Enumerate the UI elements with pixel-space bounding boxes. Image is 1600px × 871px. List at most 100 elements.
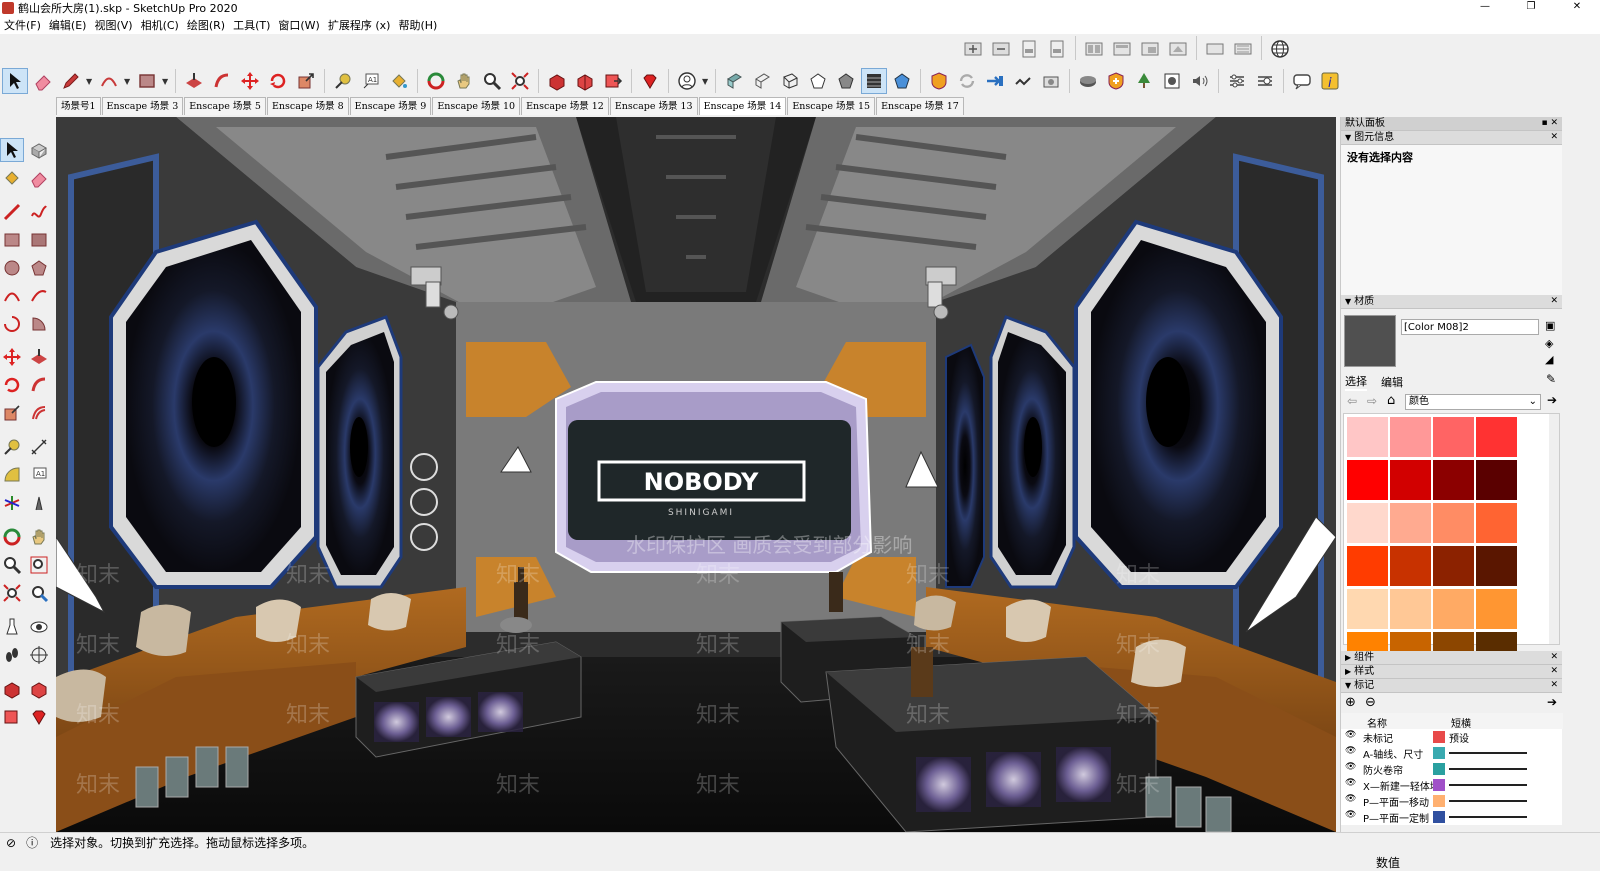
- material-swatch[interactable]: [1433, 589, 1474, 629]
- scene-tab-active[interactable]: Enscape 场景 14: [698, 97, 787, 115]
- scene-tab[interactable]: Enscape 场景 17: [876, 97, 964, 115]
- material-swatch[interactable]: [1476, 503, 1517, 543]
- warehouse-icon[interactable]: [544, 68, 570, 94]
- eraser-icon[interactable]: [30, 68, 56, 94]
- material-swatch[interactable]: [1347, 460, 1388, 500]
- tag-color-swatch[interactable]: [1433, 763, 1445, 775]
- paint-bucket-icon[interactable]: [0, 166, 24, 190]
- scene-tab[interactable]: Enscape 场景 3: [101, 97, 184, 115]
- ruby-icon[interactable]: [27, 705, 51, 729]
- restore-button[interactable]: ❐: [1508, 0, 1554, 16]
- rectangle-icon[interactable]: [134, 68, 160, 94]
- forward-arrow-icon[interactable]: ⇨: [1367, 394, 1377, 408]
- material-swatch[interactable]: [1476, 589, 1517, 629]
- line-icon[interactable]: [0, 200, 24, 224]
- menu-camera[interactable]: 相机(C): [137, 17, 183, 33]
- move-icon[interactable]: [0, 345, 24, 369]
- scale-icon[interactable]: [0, 401, 24, 425]
- visibility-eye-icon[interactable]: 👁: [1345, 794, 1357, 806]
- sample-paint-icon[interactable]: ◈: [1545, 337, 1553, 350]
- tag-color-swatch[interactable]: [1433, 779, 1445, 791]
- material-swatch[interactable]: [1347, 589, 1388, 629]
- export-dxf-icon[interactable]: [1016, 36, 1042, 62]
- back-arrow-icon[interactable]: ⇦: [1347, 394, 1357, 408]
- scene-tab[interactable]: Enscape 场景 13: [609, 97, 698, 115]
- visibility-eye-icon[interactable]: 👁: [1345, 746, 1357, 758]
- scale-icon[interactable]: [293, 68, 319, 94]
- export-icon[interactable]: [988, 36, 1014, 62]
- axes-icon[interactable]: [0, 491, 24, 515]
- scene-tab[interactable]: Enscape 场景 15: [787, 97, 876, 115]
- pencil-line-icon[interactable]: [58, 68, 84, 94]
- tag-color-swatch[interactable]: [1433, 811, 1445, 823]
- close-icon[interactable]: ✕: [1550, 665, 1558, 678]
- enscape-asset-icon[interactable]: [1103, 68, 1129, 94]
- section-plane-icon[interactable]: [27, 643, 51, 667]
- tape-measure-icon[interactable]: [330, 68, 356, 94]
- monochrome-icon[interactable]: [889, 68, 915, 94]
- eyedropper-icon[interactable]: ✎: [1546, 372, 1556, 386]
- pin-icon[interactable]: ▪ ✕: [1541, 117, 1558, 130]
- tag-row[interactable]: 👁 A-轴线、尺寸: [1341, 745, 1563, 761]
- orbit-icon[interactable]: [0, 525, 24, 549]
- material-swatch[interactable]: [1433, 503, 1474, 543]
- close-icon[interactable]: ✕: [1550, 131, 1558, 144]
- scene-tab[interactable]: Enscape 场景 9: [349, 97, 432, 115]
- tag-row[interactable]: 👁 P—平面一移动: [1341, 793, 1563, 809]
- tag-color-swatch[interactable]: [1433, 747, 1445, 759]
- material-swatch[interactable]: [1347, 546, 1388, 586]
- globe-icon[interactable]: [1267, 36, 1293, 62]
- material-swatch[interactable]: [1433, 460, 1474, 500]
- back-edges-icon[interactable]: [749, 68, 775, 94]
- scrollbar[interactable]: [1549, 414, 1559, 644]
- tag-row[interactable]: 👁 X—新建一轻体墙: [1341, 777, 1563, 793]
- pie-icon[interactable]: [27, 312, 51, 336]
- zoom-window-icon[interactable]: [27, 553, 51, 577]
- materials-header[interactable]: ▼ 材质 ✕: [1341, 295, 1562, 309]
- menu-window[interactable]: 窗口(W): [274, 17, 323, 33]
- export-dwg-icon[interactable]: [1044, 36, 1070, 62]
- rectangle-icon[interactable]: [0, 228, 24, 252]
- enscape-panorama-icon[interactable]: [1159, 68, 1185, 94]
- zoom-extents-icon[interactable]: [0, 581, 24, 605]
- enscape-audio-icon[interactable]: [1187, 68, 1213, 94]
- enscape-views-icon[interactable]: [982, 68, 1008, 94]
- info-icon[interactable]: ⓘ: [26, 834, 38, 851]
- follow-me-icon[interactable]: [209, 68, 235, 94]
- visibility-eye-icon[interactable]: 👁: [1345, 762, 1357, 774]
- enscape-video-icon[interactable]: [1075, 68, 1101, 94]
- import-icon[interactable]: [960, 36, 986, 62]
- hidden-line-icon[interactable]: [805, 68, 831, 94]
- tag-dash-line[interactable]: [1449, 784, 1527, 786]
- material-swatch[interactable]: [1390, 589, 1431, 629]
- tape-measure-icon[interactable]: [0, 435, 24, 459]
- rotate-icon[interactable]: [0, 373, 24, 397]
- pan-icon[interactable]: [451, 68, 477, 94]
- arc-icon[interactable]: [96, 68, 122, 94]
- scene-tab[interactable]: Enscape 场景 10: [432, 97, 521, 115]
- measurements-box[interactable]: 数值: [1370, 852, 1600, 870]
- shaded-textures-icon[interactable]: [861, 68, 887, 94]
- shaded-icon[interactable]: [833, 68, 859, 94]
- rotated-rectangle-icon[interactable]: [27, 228, 51, 252]
- material-swatch[interactable]: [1347, 503, 1388, 543]
- text-icon[interactable]: A1: [358, 68, 384, 94]
- pan-icon[interactable]: [27, 525, 51, 549]
- enscape-sync-icon[interactable]: [954, 68, 980, 94]
- zoom-extents-icon[interactable]: [507, 68, 533, 94]
- scene-tab[interactable]: Enscape 场景 5: [184, 97, 266, 115]
- zoom-icon[interactable]: [479, 68, 505, 94]
- material-swatch[interactable]: [1390, 546, 1431, 586]
- material-swatch[interactable]: [1390, 460, 1431, 500]
- menu-view[interactable]: 视图(V): [90, 17, 136, 33]
- tag-dash-line[interactable]: [1449, 816, 1527, 818]
- menu-help[interactable]: 帮助(H): [394, 17, 441, 33]
- layout-a-icon[interactable]: [1081, 36, 1107, 62]
- enscape-feedback-icon[interactable]: [1289, 68, 1315, 94]
- material-library-select[interactable]: 颜色 ⌄: [1405, 394, 1541, 410]
- wireframe-icon[interactable]: [777, 68, 803, 94]
- position-camera-icon[interactable]: [0, 615, 24, 639]
- material-swatch[interactable]: [1476, 546, 1517, 586]
- warehouse-icon[interactable]: [0, 677, 24, 701]
- tag-dash-line[interactable]: [1449, 800, 1527, 802]
